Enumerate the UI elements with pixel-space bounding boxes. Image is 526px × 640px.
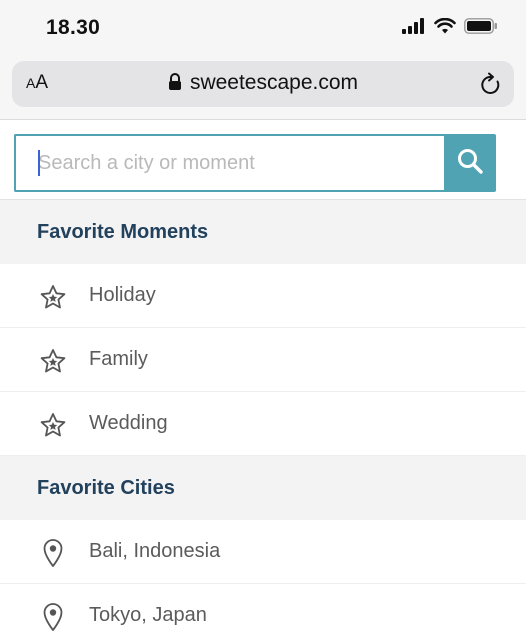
url-text: sweetescape.com [189,71,359,94]
search-bar [14,134,496,192]
list-item-label: Wedding [89,412,168,434]
list-item-label: Tokyo, Japan [89,604,207,626]
section-title: Favorite Cities [37,477,175,499]
list-item-label: Holiday [89,284,156,306]
cellular-signal-icon [402,17,426,39]
list-item-wedding[interactable]: Wedding [0,392,526,456]
list-item-tokyo[interactable]: Tokyo, Japan [0,584,526,640]
list-item-family[interactable]: Family [0,328,526,392]
address-bar[interactable]: AA sweetescape.com [12,61,514,107]
lock-icon [168,73,182,97]
list-item-label: Family [89,348,148,370]
status-bar: 18.30 [0,0,526,58]
map-pin-icon [38,538,68,568]
browser-chrome: AA sweetescape.com [0,58,526,120]
section-title: Favorite Moments [37,221,209,243]
list-item-label: Bali, Indonesia [89,540,221,562]
list-item-bali[interactable]: Bali, Indonesia [0,520,526,584]
search-input[interactable] [14,134,444,192]
wifi-icon [434,17,456,39]
text-caret [38,150,40,176]
status-time: 18.30 [46,16,101,39]
search-icon [456,147,484,180]
url-display[interactable]: sweetescape.com [12,71,514,97]
section-header-favorite-moments: Favorite Moments [0,200,526,264]
list-item-holiday[interactable]: Holiday [0,264,526,328]
battery-icon [464,17,498,39]
status-icons [402,17,498,39]
section-header-favorite-cities: Favorite Cities [0,456,526,520]
search-button[interactable] [444,134,496,192]
map-pin-icon [38,602,68,632]
star-icon [38,346,68,376]
star-icon [38,282,68,312]
reload-icon[interactable] [480,72,502,96]
star-icon [38,410,68,440]
